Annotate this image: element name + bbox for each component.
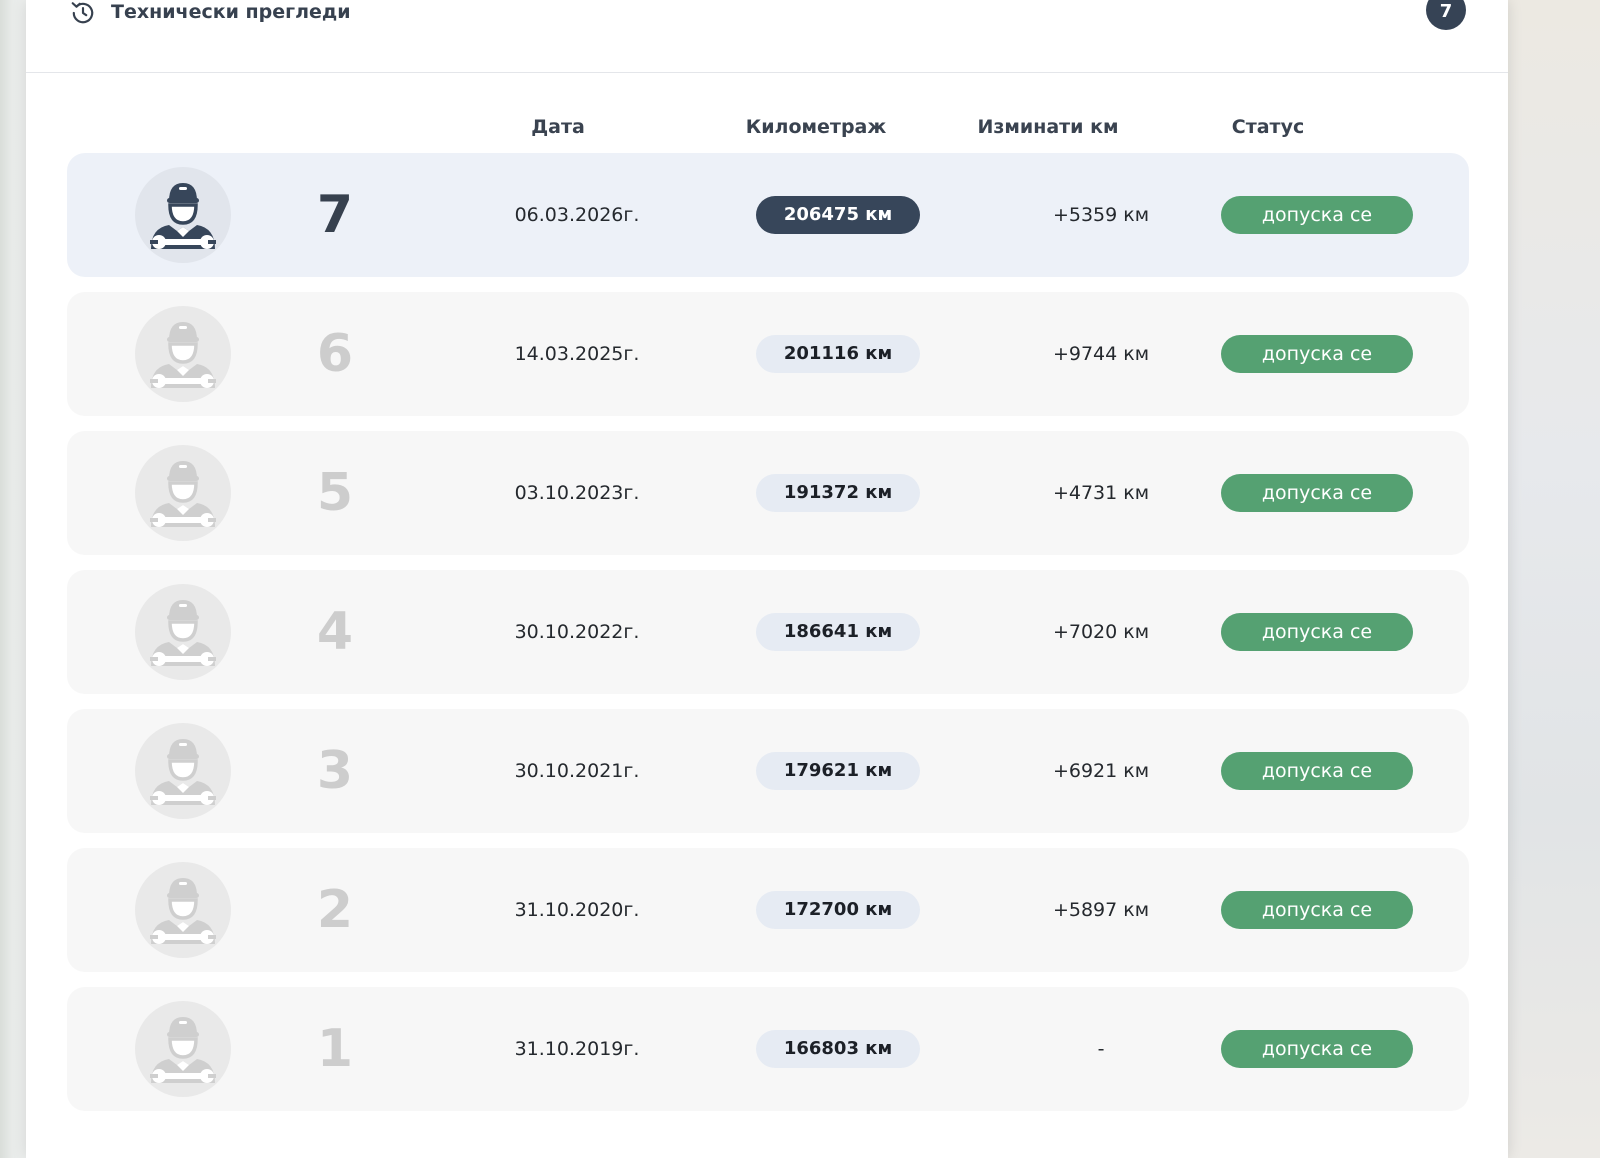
section-title: Технически прегледи: [111, 1, 351, 23]
card-header: Технически прегледи 7: [26, 0, 1508, 73]
history-icon: [71, 2, 94, 24]
mileage-badge: 186641 км: [756, 613, 920, 651]
mileage-badge: 201116 км: [756, 335, 920, 373]
background-right: [1508, 0, 1600, 1158]
inspections-card: Технически прегледи 7 Дата Километраж Из…: [26, 0, 1508, 1158]
avatar: [135, 723, 231, 819]
inspection-row[interactable]: 2 31.10.2020г. 172700 км +5897 км допуска се: [67, 848, 1469, 972]
mechanic-icon: [150, 878, 216, 944]
avatar: [135, 1001, 231, 1097]
avatar: [135, 862, 231, 958]
avatar: [135, 306, 231, 402]
mechanic-icon: [150, 600, 216, 666]
inspection-number: 3: [316, 741, 354, 801]
inspection-date: 03.10.2023г.: [514, 482, 640, 504]
driven-km: -: [1097, 1038, 1105, 1060]
inspection-row[interactable]: 5 03.10.2023г. 191372 км +4731 км допуска се: [67, 431, 1469, 555]
inspection-row[interactable]: 1 31.10.2019г. 166803 км - допуска се: [67, 987, 1469, 1111]
inspection-date: 30.10.2022г.: [514, 621, 640, 643]
column-header-date: Дата: [531, 116, 585, 138]
mechanic-icon: [150, 183, 216, 249]
inspection-number: 5: [316, 463, 354, 523]
mileage-badge: 179621 км: [756, 752, 920, 790]
inspection-number: 6: [316, 324, 354, 384]
status-badge: допуска се: [1221, 474, 1413, 512]
inspection-date: 31.10.2020г.: [514, 899, 640, 921]
column-header-driven: Изминати км: [977, 116, 1119, 138]
inspection-row[interactable]: 6 14.03.2025г. 201116 км +9744 км допуска се: [67, 292, 1469, 416]
inspection-row[interactable]: 3 30.10.2021г. 179621 км +6921 км допуска се: [67, 709, 1469, 833]
avatar: [135, 584, 231, 680]
mileage-badge: 172700 км: [756, 891, 920, 929]
mechanic-icon: [150, 322, 216, 388]
mechanic-icon: [150, 461, 216, 527]
status-badge: допуска се: [1221, 752, 1413, 790]
inspection-date: 30.10.2021г.: [514, 760, 640, 782]
mileage-badge: 206475 км: [756, 196, 920, 234]
avatar: [135, 445, 231, 541]
driven-km: +4731 км: [1052, 482, 1150, 504]
column-header-status: Статус: [1231, 116, 1305, 138]
inspection-number: 2: [316, 880, 354, 940]
inspection-row[interactable]: 7 06.03.2026г. 206475 км +5359 км допуска се: [67, 153, 1469, 277]
status-badge: допуска се: [1221, 1030, 1413, 1068]
status-badge: допуска се: [1221, 613, 1413, 651]
column-header-mileage: Километраж: [745, 116, 887, 138]
inspection-date: 14.03.2025г.: [514, 343, 640, 365]
status-badge: допуска се: [1221, 335, 1413, 373]
count-badge: 7: [1426, 0, 1466, 30]
mechanic-icon: [150, 1017, 216, 1083]
inspection-number: 7: [316, 185, 354, 245]
inspection-date: 06.03.2026г.: [514, 204, 640, 226]
inspection-number: 1: [316, 1019, 354, 1079]
driven-km: +5359 км: [1052, 204, 1150, 226]
status-badge: допуска се: [1221, 891, 1413, 929]
driven-km: +7020 км: [1052, 621, 1150, 643]
mechanic-icon: [150, 739, 216, 805]
inspection-date: 31.10.2019г.: [514, 1038, 640, 1060]
mileage-badge: 166803 км: [756, 1030, 920, 1068]
driven-km: +9744 км: [1052, 343, 1150, 365]
driven-km: +5897 км: [1052, 899, 1150, 921]
avatar: [135, 167, 231, 263]
inspection-row[interactable]: 4 30.10.2022г. 186641 км +7020 км допуска се: [67, 570, 1469, 694]
inspection-number: 4: [316, 602, 354, 662]
status-badge: допуска се: [1221, 196, 1413, 234]
driven-km: +6921 км: [1052, 760, 1150, 782]
mileage-badge: 191372 км: [756, 474, 920, 512]
